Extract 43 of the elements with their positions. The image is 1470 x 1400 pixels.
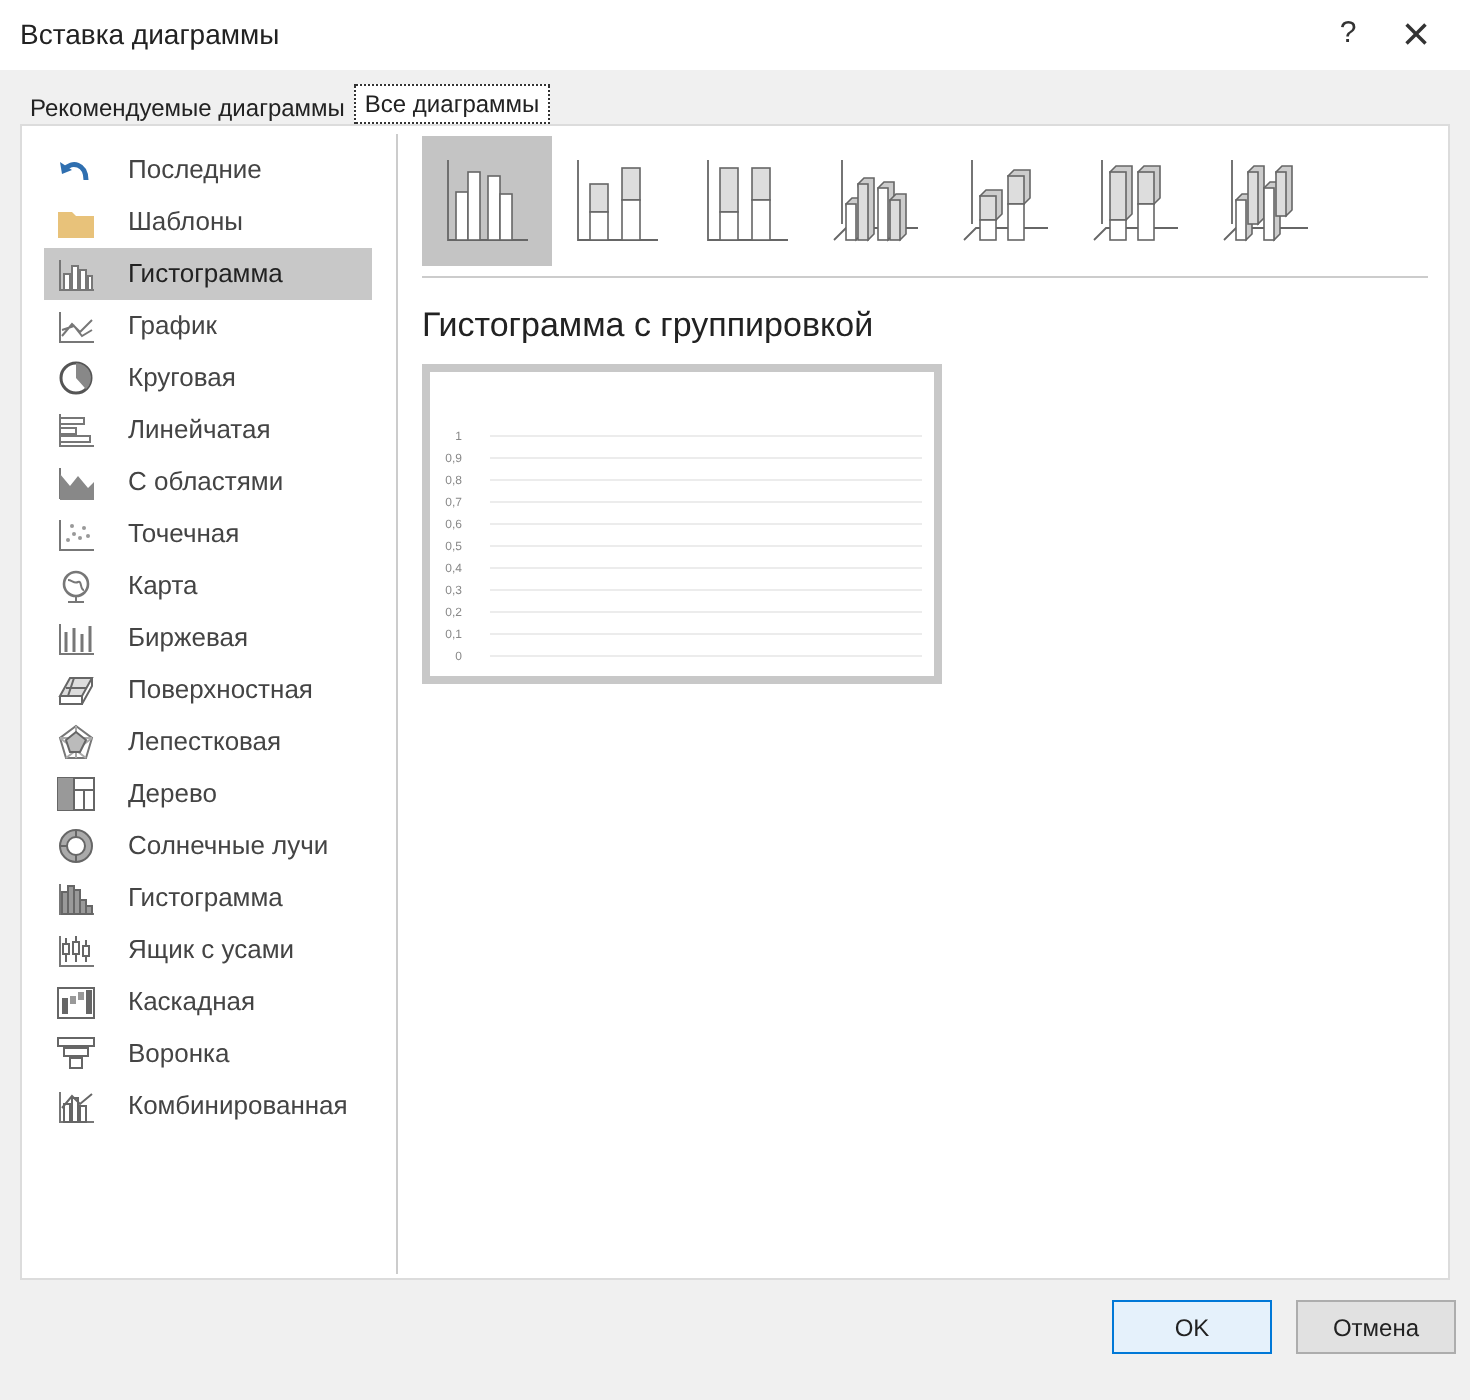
sidebar-item[interactable]: Гистограмма	[44, 248, 372, 300]
bar-chart-icon	[56, 412, 96, 448]
stock-chart-icon	[56, 620, 96, 656]
treemap-icon	[56, 776, 96, 812]
sidebar-item[interactable]: Карта	[44, 560, 372, 612]
sidebar-item[interactable]: Солнечные лучи	[44, 820, 372, 872]
area-chart-icon	[56, 464, 96, 500]
line-chart-icon	[56, 308, 96, 344]
sidebar-item[interactable]: Последние	[44, 144, 372, 196]
histogram-icon	[56, 880, 96, 916]
cancel-button[interactable]: Отмена	[1296, 1300, 1456, 1354]
help-button[interactable]: ?	[1314, 12, 1382, 58]
preview-title: Гистограмма с группировкой	[422, 304, 876, 348]
sidebar-item[interactable]: Лепестковая	[44, 716, 372, 768]
sidebar-item[interactable]: График	[44, 300, 372, 352]
sidebar-item[interactable]: Дерево	[44, 768, 372, 820]
sidebar-item[interactable]: Линейчатая	[44, 404, 372, 456]
sidebar-item[interactable]: Ящик с усами	[44, 924, 372, 976]
close-button[interactable]: ×	[1382, 0, 1450, 71]
sidebar-item[interactable]: С областями	[44, 456, 372, 508]
sidebar-item[interactable]: Поверхностная	[44, 664, 372, 716]
radar-chart-icon	[56, 724, 96, 760]
tab[interactable]: Все диаграммы	[354, 84, 550, 124]
sidebar-item[interactable]: Комбинированная	[44, 1080, 372, 1132]
combo-chart-icon	[56, 1088, 96, 1124]
clustered-column-icon[interactable]	[422, 136, 552, 266]
sidebar-item[interactable]: Гистограмма	[44, 872, 372, 924]
scatter-chart-icon	[56, 516, 96, 552]
box-whisker-icon	[56, 932, 96, 968]
sidebar-item[interactable]: Точечная	[44, 508, 372, 560]
sidebar-item[interactable]: Биржевая	[44, 612, 372, 664]
pie-chart-icon	[56, 360, 96, 396]
surface-chart-icon	[56, 672, 96, 708]
funnel-icon	[56, 1036, 96, 1072]
sidebar-item[interactable]: Воронка	[44, 1028, 372, 1080]
column-chart-icon	[56, 256, 96, 292]
ok-button[interactable]: OK	[1112, 1300, 1272, 1354]
sidebar-item[interactable]: Каскадная	[44, 976, 372, 1028]
waterfall-chart-icon	[56, 984, 96, 1020]
window-title: Вставка диаграммы	[20, 16, 282, 54]
sidebar-item[interactable]: Круговая	[44, 352, 372, 404]
sidebar-item[interactable]: Шаблоны	[44, 196, 372, 248]
sunburst-icon	[56, 828, 96, 864]
